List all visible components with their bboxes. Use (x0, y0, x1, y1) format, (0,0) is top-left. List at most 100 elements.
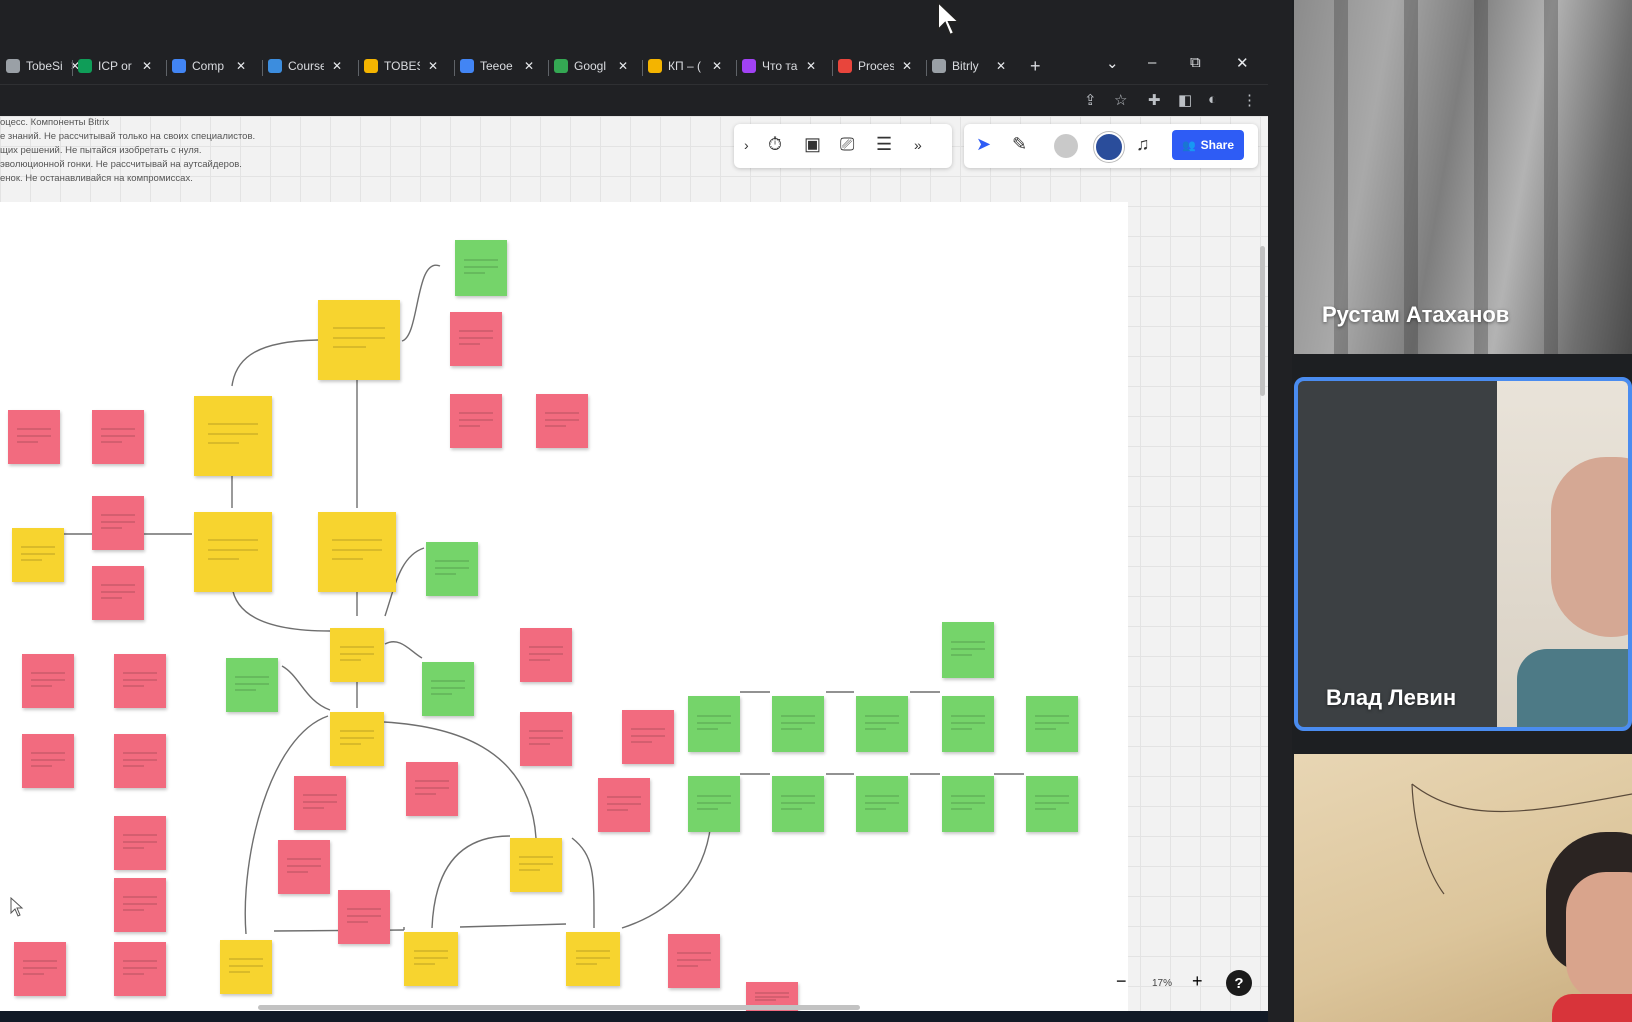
card-icon[interactable]: ▣ (804, 134, 821, 155)
more-chevron-icon[interactable]: » (914, 137, 922, 153)
close-tab-icon[interactable]: ✕ (618, 59, 628, 73)
sticky-note-green[interactable] (772, 776, 824, 832)
close-tab-icon[interactable]: ✕ (236, 59, 246, 73)
sidepanel-icon[interactable]: ◧ (1178, 91, 1192, 109)
sticky-note-pink[interactable] (114, 654, 166, 708)
sticky-note-pink[interactable] (92, 410, 144, 464)
close-tab-icon[interactable]: ✕ (142, 59, 152, 73)
sticky-note-pink[interactable] (668, 934, 720, 988)
sticky-note-green[interactable] (942, 696, 994, 752)
browser-tab[interactable]: Googl ✕ (554, 52, 628, 80)
puzzle-icon[interactable]: ✚ (1148, 91, 1161, 109)
cursor-follow-icon[interactable]: ➤ (976, 134, 991, 155)
participant-tile-vlad-active-speaker[interactable]: Влад Левин (1294, 377, 1632, 731)
zoom-level[interactable]: 17% (1152, 978, 1172, 989)
sticky-note-yellow[interactable] (330, 628, 384, 682)
sticky-note-pink[interactable] (450, 394, 502, 448)
sticky-note-green[interactable] (226, 658, 278, 712)
close-tab-icon[interactable]: ✕ (806, 59, 816, 73)
sticky-note-pink[interactable] (294, 776, 346, 830)
share-button[interactable]: 👥 Share (1172, 130, 1244, 160)
sticky-note-pink[interactable] (450, 312, 502, 366)
sticky-note-pink[interactable] (278, 840, 330, 894)
sticky-note-yellow[interactable] (194, 512, 272, 592)
sticky-note-pink[interactable] (338, 890, 390, 944)
close-tab-icon[interactable]: ✕ (996, 59, 1006, 73)
zoom-out-button[interactable]: − (1116, 971, 1127, 992)
sticky-note-yellow[interactable] (12, 528, 64, 582)
sticky-note-pink[interactable] (114, 816, 166, 870)
sticky-note-green[interactable] (772, 696, 824, 752)
sticky-note-pink[interactable] (92, 496, 144, 550)
sticky-note-pink[interactable] (520, 712, 572, 766)
browser-tab[interactable]: КП – (✕ (648, 52, 722, 80)
sticky-note-green[interactable] (688, 696, 740, 752)
sticky-note-yellow[interactable] (404, 932, 458, 986)
sticky-note-yellow[interactable] (566, 932, 620, 986)
browser-tab[interactable]: Что та ✕ (742, 52, 816, 80)
timer-icon[interactable]: ⏱ (768, 134, 782, 155)
share-icon[interactable]: ⇪ (1084, 91, 1097, 109)
tab-search-chevron-icon[interactable]: ⌄ (1106, 54, 1119, 72)
restore-button[interactable]: ⧉ (1190, 54, 1201, 71)
sticky-note-yellow[interactable] (220, 940, 272, 994)
collaborator-avatar[interactable] (1054, 134, 1078, 158)
vertical-scrollbar[interactable] (1260, 246, 1265, 396)
browser-tab[interactable]: Course ✕ (268, 52, 342, 80)
close-tab-icon[interactable]: ✕ (524, 59, 534, 73)
sticky-note-yellow[interactable] (510, 838, 562, 892)
reactions-icon[interactable]: ✎ (1012, 134, 1027, 155)
sticky-note-yellow[interactable] (318, 300, 400, 380)
sticky-note-pink[interactable] (536, 394, 588, 448)
presentation-icon[interactable]: ⎚ (840, 134, 854, 155)
help-button[interactable]: ? (1226, 970, 1252, 996)
sticky-note-yellow[interactable] (330, 712, 384, 766)
sticky-note-green[interactable] (426, 542, 478, 596)
browser-tab[interactable]: Proces ✕ (838, 52, 912, 80)
participant-tile-third[interactable] (1294, 754, 1632, 1022)
sticky-note-pink[interactable] (92, 566, 144, 620)
sticky-note-green[interactable] (856, 776, 908, 832)
sticky-note-pink[interactable] (520, 628, 572, 682)
sticky-note-pink[interactable] (406, 762, 458, 816)
miro-board[interactable]: оцесс. Компоненты Bitrix е знаний. Не рас… (0, 116, 1268, 1011)
sticky-note-yellow[interactable] (318, 512, 396, 592)
sticky-note-pink[interactable] (114, 942, 166, 996)
browser-tab[interactable]: Comp ✕ (172, 52, 246, 80)
user-avatar[interactable] (1094, 132, 1124, 162)
participant-tile-rustam[interactable]: Рустам Атаханов (1294, 0, 1632, 354)
close-tab-icon[interactable]: ✕ (902, 59, 912, 73)
sticky-note-pink[interactable] (622, 710, 674, 764)
sticky-note-green[interactable] (422, 662, 474, 716)
close-window-button[interactable]: ✕ (1236, 54, 1249, 72)
browser-tab[interactable]: ICP or ✕ (78, 52, 152, 80)
horizontal-scrollbar[interactable] (258, 1005, 860, 1010)
expand-chevron-icon[interactable]: › (744, 137, 749, 153)
minimize-button[interactable]: – (1148, 54, 1156, 71)
bell-icon[interactable]: ♫ (1136, 134, 1150, 155)
sticky-note-yellow[interactable] (194, 396, 272, 476)
star-icon[interactable]: ☆ (1114, 91, 1127, 109)
sticky-note-pink[interactable] (114, 734, 166, 788)
sticky-note-pink[interactable] (22, 654, 74, 708)
sticky-note-pink[interactable] (8, 410, 60, 464)
sticky-note-pink[interactable] (14, 942, 66, 996)
zoom-in-button[interactable]: + (1192, 971, 1203, 992)
sticky-note-green[interactable] (942, 622, 994, 678)
sticky-note-pink[interactable] (114, 878, 166, 932)
sticky-note-green[interactable] (1026, 696, 1078, 752)
sticky-note-green[interactable] (942, 776, 994, 832)
browser-tab[interactable]: Bitrly ✕ (932, 52, 1006, 80)
sticky-note-green[interactable] (856, 696, 908, 752)
close-tab-icon[interactable]: ✕ (332, 59, 342, 73)
sticky-note-pink[interactable] (22, 734, 74, 788)
sticky-note-green[interactable] (688, 776, 740, 832)
new-tab-button[interactable]: + (1030, 52, 1041, 80)
close-tab-icon[interactable]: ✕ (428, 59, 438, 73)
sticky-note-green[interactable] (1026, 776, 1078, 832)
browser-tab[interactable]: TOBES ✕ (364, 52, 438, 80)
browser-tab[interactable]: TobeSi ✕ (6, 52, 80, 80)
close-tab-icon[interactable]: ✕ (712, 59, 722, 73)
notes-icon[interactable]: ☰ (876, 134, 892, 155)
sticky-note-green[interactable] (455, 240, 507, 296)
